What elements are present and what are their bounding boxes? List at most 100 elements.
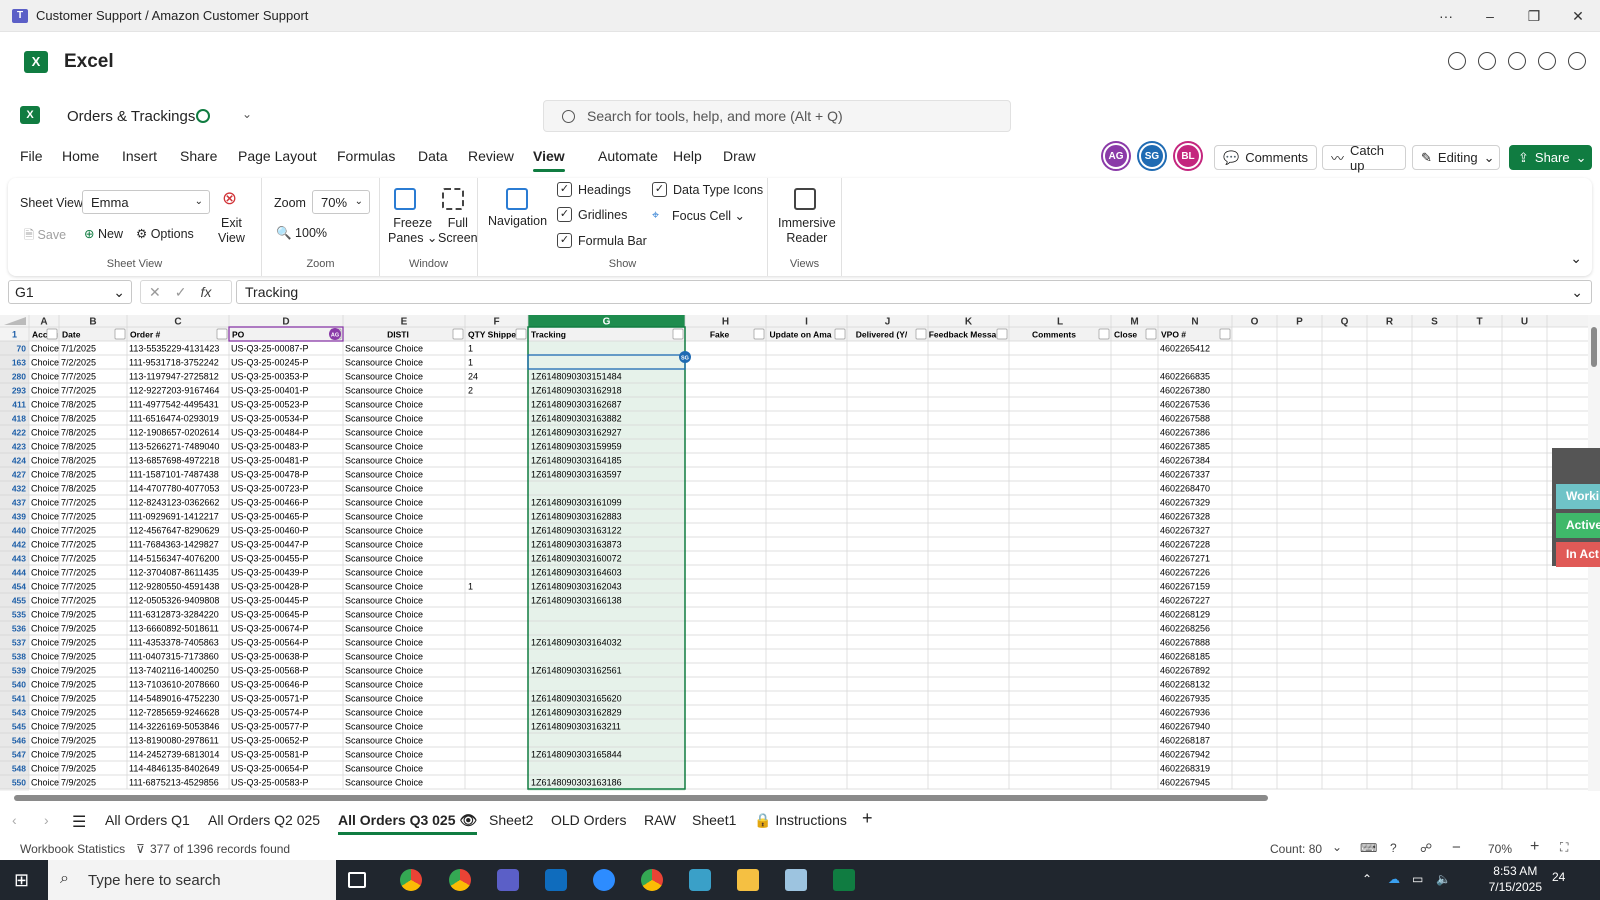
cell-account[interactable]: Choice: [31, 512, 59, 522]
header-cell-b[interactable]: Date: [62, 330, 81, 340]
cell-disti[interactable]: Scansource Choice: [345, 736, 423, 746]
filter-dropdown-icon[interactable]: [216, 328, 228, 340]
workbook-statistics[interactable]: Workbook Statistics: [20, 842, 125, 856]
cell-vpo[interactable]: 4602267227: [1160, 596, 1210, 606]
formula-bar-checkbox[interactable]: ✓: [557, 233, 572, 248]
search-input[interactable]: Search for tools, help, and more (Alt + …: [543, 100, 1011, 132]
cell-account[interactable]: Choice: [31, 428, 59, 438]
keyboard-icon[interactable]: ⌨: [1360, 841, 1377, 855]
cell-account[interactable]: Choice: [31, 456, 59, 466]
cell-date[interactable]: 7/8/2025: [61, 414, 96, 424]
taskbar-search-input[interactable]: ⌕ Type here to search: [48, 860, 336, 900]
cell-disti[interactable]: Scansource Choice: [345, 512, 423, 522]
cell-date[interactable]: 7/9/2025: [61, 708, 96, 718]
cell-account[interactable]: Choice: [31, 470, 59, 480]
cell-po[interactable]: US-Q3-25-00245-P: [231, 358, 309, 368]
feedback-icon[interactable]: ☍: [1420, 841, 1432, 855]
cell-tracking[interactable]: 1Z6148090303164032: [531, 638, 622, 648]
cell-order[interactable]: 112-4567647-8290629: [129, 526, 219, 536]
column-header-b[interactable]: B: [89, 317, 96, 328]
cell-disti[interactable]: Scansource Choice: [345, 526, 423, 536]
filter-dropdown-icon[interactable]: [834, 328, 846, 340]
cell-order[interactable]: 111-0407315-7173860: [129, 652, 219, 662]
row-header[interactable]: 540: [12, 680, 26, 690]
cell-account[interactable]: Choice: [31, 386, 59, 396]
cell-disti[interactable]: Scansource Choice: [345, 358, 423, 368]
chrome-alt-icon[interactable]: [641, 869, 663, 891]
fit-screen-icon[interactable]: ⛶: [1560, 840, 1568, 855]
cell-po[interactable]: US-Q3-25-00455-P: [231, 554, 309, 564]
row-header[interactable]: 543: [12, 708, 26, 718]
cell-account[interactable]: Choice: [31, 442, 59, 452]
cell-disti[interactable]: Scansource Choice: [345, 414, 423, 424]
filter-dropdown-icon[interactable]: [46, 328, 58, 340]
cell-po[interactable]: US-Q3-25-00439-P: [231, 568, 309, 578]
cell-order[interactable]: 113-8190080-2978611: [129, 736, 219, 746]
header-cell-l[interactable]: Comments: [1032, 330, 1076, 340]
header-cell-e[interactable]: DISTI: [387, 330, 409, 340]
tray-chevron-icon[interactable]: ⌃: [1362, 872, 1372, 886]
zoom-app-icon[interactable]: [593, 869, 615, 891]
onedrive-icon[interactable]: ☁: [1388, 872, 1400, 886]
cell-date[interactable]: 7/9/2025: [61, 778, 96, 788]
cell-qty[interactable]: 1: [468, 582, 473, 592]
row-header[interactable]: 440: [12, 526, 26, 536]
cell-disti[interactable]: Scansource Choice: [345, 624, 423, 634]
tab-automate[interactable]: Automate: [598, 148, 658, 164]
cell-po[interactable]: US-Q3-25-00447-P: [231, 540, 309, 550]
cell-order[interactable]: 113-5266271-7489040: [129, 442, 219, 452]
cell-order[interactable]: 114-4846135-8402649: [129, 764, 219, 774]
cell-qty[interactable]: 24: [468, 372, 478, 382]
comments-button[interactable]: 💬 Comments: [1214, 145, 1317, 170]
tab-insert[interactable]: Insert: [122, 148, 157, 164]
column-header-t[interactable]: T: [1476, 317, 1482, 328]
cell-order[interactable]: 111-1587101-7487438: [129, 470, 219, 480]
header-cell-c[interactable]: Order #: [130, 330, 161, 340]
header-cell-m[interactable]: Close: [1114, 330, 1137, 340]
horizontal-scrollbar[interactable]: [0, 793, 1592, 803]
header-cell-j[interactable]: Delivered (Y/: [856, 330, 908, 340]
column-header-r[interactable]: R: [1386, 317, 1394, 328]
cell-order[interactable]: 114-4707780-4077053: [129, 484, 219, 494]
row-header[interactable]: 442: [12, 540, 26, 550]
cell-account[interactable]: Choice: [31, 764, 59, 774]
zoom-level[interactable]: 70%: [1488, 842, 1512, 856]
cell-po[interactable]: US-Q3-25-00583-P: [231, 778, 309, 788]
cell-order[interactable]: 112-9227203-9167464: [129, 386, 219, 396]
header-cell-d[interactable]: PO: [232, 330, 245, 340]
cell-date[interactable]: 7/8/2025: [61, 400, 96, 410]
cell-date[interactable]: 7/9/2025: [61, 722, 96, 732]
cell-date[interactable]: 7/1/2025: [61, 344, 96, 354]
filter-dropdown-icon[interactable]: [1145, 328, 1157, 340]
cell-po[interactable]: US-Q3-25-00087-P: [231, 344, 309, 354]
cell-disti[interactable]: Scansource Choice: [345, 568, 423, 578]
tab-formulas[interactable]: Formulas: [337, 148, 395, 164]
catch-up-button[interactable]: 〰 Catch up: [1322, 143, 1406, 173]
info-icon[interactable]: [1538, 52, 1556, 70]
column-header-n[interactable]: N: [1191, 317, 1198, 328]
cell-account[interactable]: Choice: [31, 750, 59, 760]
status-chevron-icon[interactable]: ⌄: [1332, 840, 1342, 854]
cell-vpo[interactable]: 4602267329: [1160, 498, 1210, 508]
cell-order[interactable]: 111-6312873-3284220: [129, 610, 219, 620]
cell-vpo[interactable]: 4602267327: [1160, 526, 1210, 536]
freeze-panes-button[interactable]: Freeze Panes ⌄: [388, 216, 437, 246]
filter-dropdown-icon[interactable]: [996, 328, 1008, 340]
cell-po[interactable]: US-Q3-25-00401-P: [231, 386, 309, 396]
column-header-e[interactable]: E: [401, 317, 408, 328]
header-cell-k[interactable]: Feedback Messa: [929, 330, 997, 340]
cell-date[interactable]: 7/7/2025: [61, 386, 96, 396]
file-explorer-icon[interactable]: [737, 869, 759, 891]
cell-account[interactable]: Choice: [31, 610, 59, 620]
sheet-tab-all-orders-q3-025[interactable]: All Orders Q3 025 👁: [338, 812, 478, 835]
cell-order[interactable]: 111-4977542-4495431: [129, 400, 219, 410]
cell-tracking[interactable]: 1Z6148090303164603: [531, 568, 622, 578]
cell-vpo[interactable]: 4602267380: [1160, 386, 1210, 396]
cell-date[interactable]: 7/9/2025: [61, 736, 96, 746]
cell-tracking[interactable]: 1Z6148090303163186: [531, 778, 622, 788]
row-header[interactable]: 539: [12, 666, 26, 676]
cell-account[interactable]: Choice: [31, 498, 59, 508]
row-header[interactable]: 424: [12, 456, 26, 466]
cell-disti[interactable]: Scansource Choice: [345, 344, 423, 354]
cell-date[interactable]: 7/8/2025: [61, 442, 96, 452]
